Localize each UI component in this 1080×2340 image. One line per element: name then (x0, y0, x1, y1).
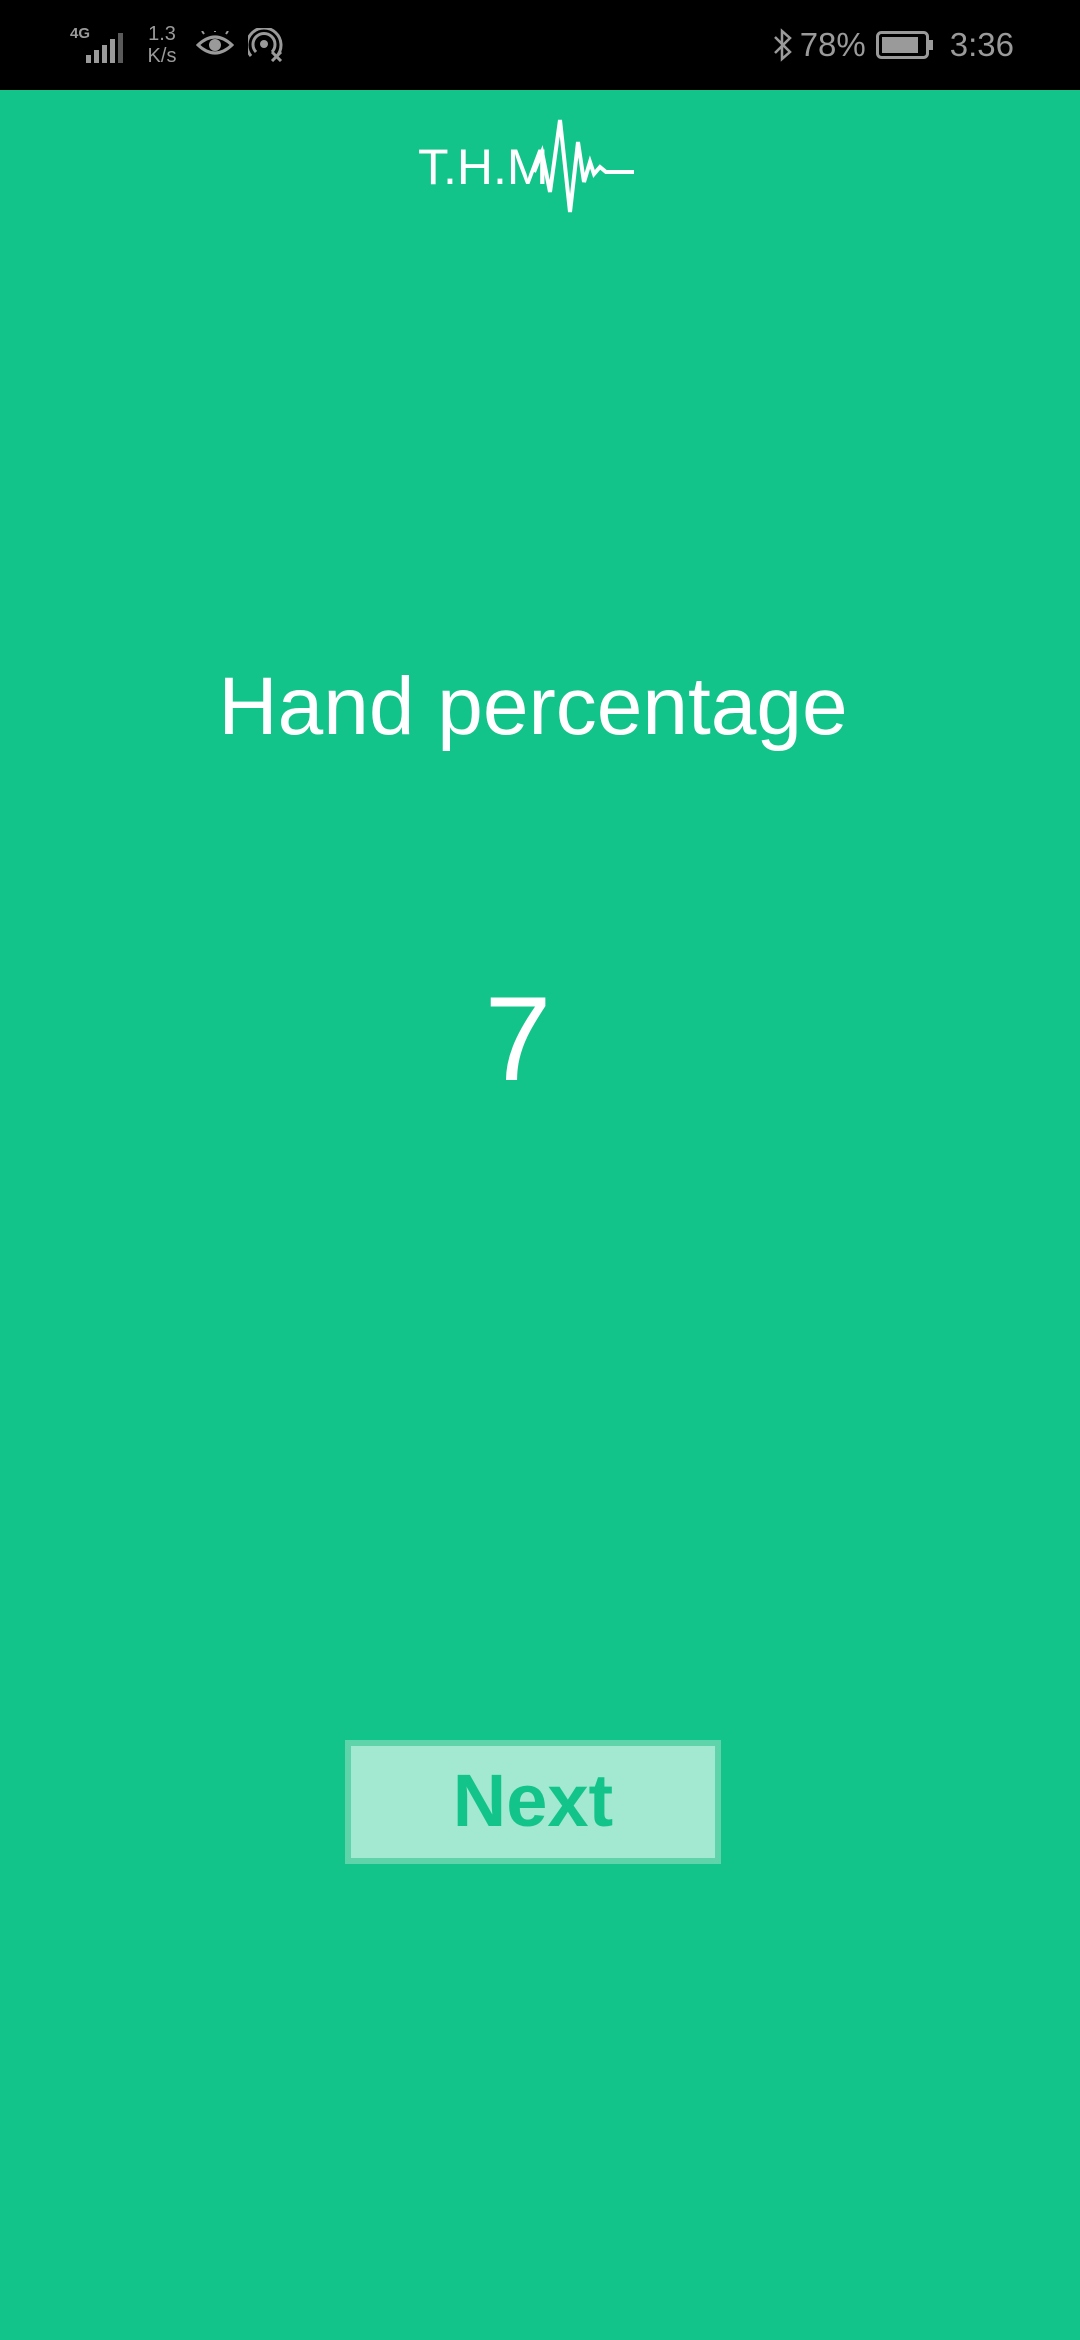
status-bar-right: 78% 3:36 (772, 0, 1014, 90)
page-title: Hand percentage (218, 661, 848, 752)
hand-percentage-value: 7 (484, 972, 552, 1106)
battery-percentage: 78% (799, 26, 866, 63)
network-speed-value: 1.3 (148, 23, 176, 45)
network-speed-unit: K/s (147, 45, 177, 67)
network-speed: 1.3 K/s (142, 23, 182, 67)
status-bar: 4G 1.3 K/s 78% 3:36 (0, 0, 1080, 90)
battery-icon (875, 31, 934, 59)
next-button[interactable]: Next (345, 1740, 721, 1864)
heartbeat-wave-icon (534, 119, 634, 213)
status-bar-left: 4G 1.3 K/s (68, 0, 284, 90)
cellular-signal-icon: 4G (68, 25, 128, 65)
app-logo: T.H.M (418, 112, 638, 222)
clock: 3:36 (949, 26, 1014, 63)
hotspot-off-icon (248, 28, 284, 62)
bluetooth-icon (772, 28, 794, 62)
eye-icon (196, 31, 234, 59)
app-logo-text: T.H.M (418, 139, 549, 195)
